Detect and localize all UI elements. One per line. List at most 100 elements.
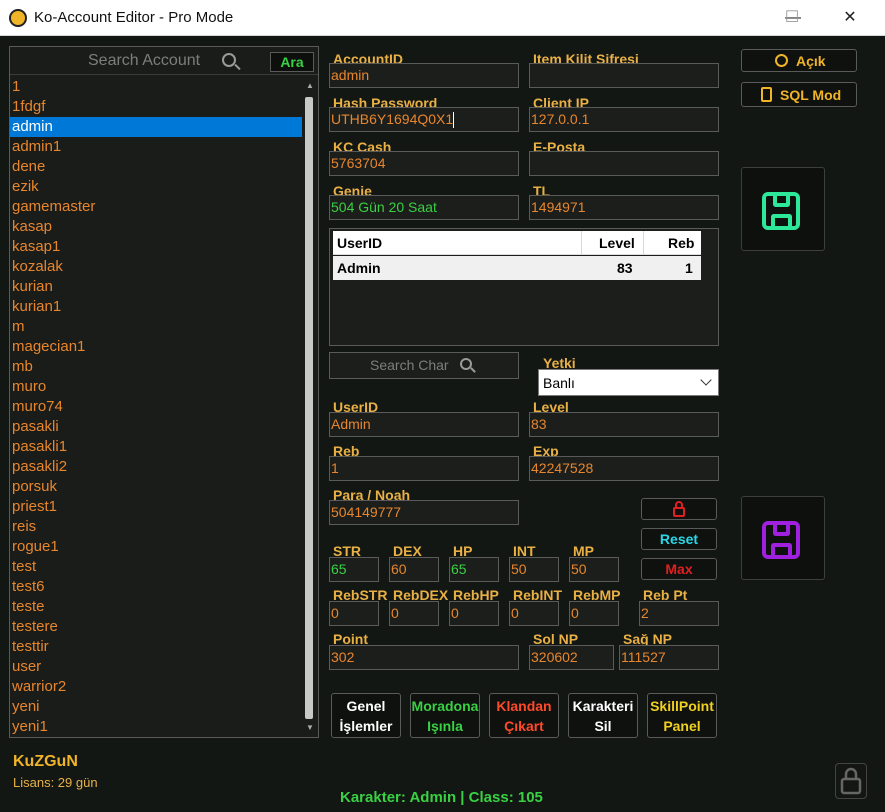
action-line1: Genel [346,698,386,714]
list-item[interactable]: test [10,557,302,577]
list-item[interactable]: admin1 [10,137,302,157]
list-item[interactable]: muro [10,377,302,397]
app-icon [9,9,27,27]
save-character-button[interactable] [741,496,825,580]
list-item[interactable]: teste [10,597,302,617]
char-level-field[interactable]: 83 [529,412,719,437]
list-item[interactable]: admin [10,117,302,137]
right-np-field[interactable]: 111527 [619,645,719,670]
search-button[interactable]: Ara [270,52,314,72]
column-header-level[interactable]: Level [599,235,635,251]
yetki-select[interactable]: Banlı [538,369,719,396]
list-item[interactable]: priest1 [10,497,302,517]
sql-mode-button[interactable]: SQL Mod [741,82,857,107]
list-item[interactable]: m [10,317,302,337]
save-account-button[interactable] [741,167,825,251]
int-field[interactable]: 50 [509,557,559,582]
list-item[interactable]: rogue1 [10,537,302,557]
character-table: UserID Level Reb Admin 83 1 [329,228,719,346]
list-item[interactable]: porsuk [10,477,302,497]
general-operations-button[interactable]: Genel İşlemler [331,693,401,738]
char-userid-field[interactable]: Admin [329,412,519,437]
email-field[interactable] [529,151,719,176]
hash-password-field[interactable]: UTHB6Y1694Q0X1 [329,107,519,132]
list-item[interactable]: warrior2 [10,677,302,697]
reb-mp-field[interactable]: 0 [569,601,619,626]
action-line2: Işınla [427,718,463,734]
str-field[interactable]: 65 [329,557,379,582]
list-item[interactable]: user [10,657,302,677]
reb-pt-field[interactable]: 2 [639,601,719,626]
app-lock-button[interactable] [835,763,867,799]
list-item[interactable]: reis [10,517,302,537]
money-field[interactable]: 504149777 [329,500,519,525]
skillpoint-panel-button[interactable]: SkillPoint Panel [647,693,717,738]
list-item[interactable]: testere [10,617,302,637]
list-item[interactable]: yeni1 [10,717,302,737]
list-item[interactable]: dene [10,157,302,177]
status-text: Karakter: Admin | Class: 105 [340,789,543,806]
point-field[interactable]: 302 [329,645,519,670]
list-item[interactable]: 1 [10,77,302,97]
teleport-moradon-button[interactable]: Moradona Işınla [410,693,480,738]
list-item[interactable]: kasap1 [10,237,302,257]
tl-field[interactable]: 1494971 [529,195,719,220]
list-item[interactable]: mb [10,357,302,377]
text-caret [453,112,455,129]
list-item[interactable]: muro74 [10,397,302,417]
char-reb-field[interactable]: 1 [329,456,519,481]
left-np-field[interactable]: 320602 [529,645,614,670]
reset-button[interactable]: Reset [641,528,717,550]
account-list[interactable]: 1 1fdgf admin admin1 dene ezik gamemaster kasap… [10,77,302,737]
list-item[interactable]: pasakli2 [10,457,302,477]
column-header-userid[interactable]: UserID [337,235,382,251]
column-separator [643,231,644,255]
list-item[interactable]: yeni [10,697,302,717]
account-search-input[interactable]: Search Account [88,52,200,70]
list-item[interactable]: kozalak [10,257,302,277]
list-item[interactable]: 1fdgf [10,97,302,117]
column-header-reb[interactable]: Reb [668,235,694,251]
unlock-stats-button[interactable] [641,498,717,520]
char-exp-field[interactable]: 42247528 [529,456,719,481]
delete-character-button[interactable]: Karakteri Sil [568,693,638,738]
open-button[interactable]: Açık [741,49,857,72]
maximize-button[interactable]: ☐ [769,0,815,36]
table-header: UserID Level Reb [333,231,701,255]
list-item[interactable]: pasakli [10,417,302,437]
list-item[interactable]: ezik [10,177,302,197]
scrollbar-thumb[interactable] [305,97,313,719]
close-button[interactable]: ✕ [827,0,873,36]
hp-field[interactable]: 65 [449,557,499,582]
genie-field[interactable]: 504 Gün 20 Saat [329,195,519,220]
list-item[interactable]: gamemaster [10,197,302,217]
char-search-input[interactable]: Search Char [370,357,449,373]
save-icon [762,521,800,559]
action-line2: Panel [663,718,701,734]
list-item[interactable]: magecian1 [10,337,302,357]
char-search-bar[interactable]: Search Char [329,352,519,379]
mp-field[interactable]: 50 [569,557,619,582]
list-item[interactable]: pasakli1 [10,437,302,457]
account-search-bar[interactable]: Search Account Ara [10,47,318,75]
dex-field[interactable]: 60 [389,557,439,582]
account-list-scrollbar[interactable]: ▲ ▼ [304,77,316,735]
item-lock-field[interactable] [529,63,719,88]
reb-dex-field[interactable]: 0 [389,601,439,626]
max-button[interactable]: Max [641,558,717,580]
list-item[interactable]: testtir [10,637,302,657]
scroll-down-icon[interactable]: ▼ [306,723,314,732]
remove-from-clan-button[interactable]: Klandan Çıkart [489,693,559,738]
list-item[interactable]: kurian1 [10,297,302,317]
list-item[interactable]: test6 [10,577,302,597]
kc-cash-field[interactable]: 5763704 [329,151,519,176]
reb-int-field[interactable]: 0 [509,601,559,626]
reb-str-field[interactable]: 0 [329,601,379,626]
list-item[interactable]: kasap [10,217,302,237]
scroll-up-icon[interactable]: ▲ [306,81,314,90]
list-item[interactable]: kurian [10,277,302,297]
table-row[interactable]: Admin 83 1 [333,256,701,280]
client-ip-field[interactable]: 127.0.0.1 [529,107,719,132]
reb-hp-field[interactable]: 0 [449,601,499,626]
account-id-field[interactable]: admin [329,63,519,88]
